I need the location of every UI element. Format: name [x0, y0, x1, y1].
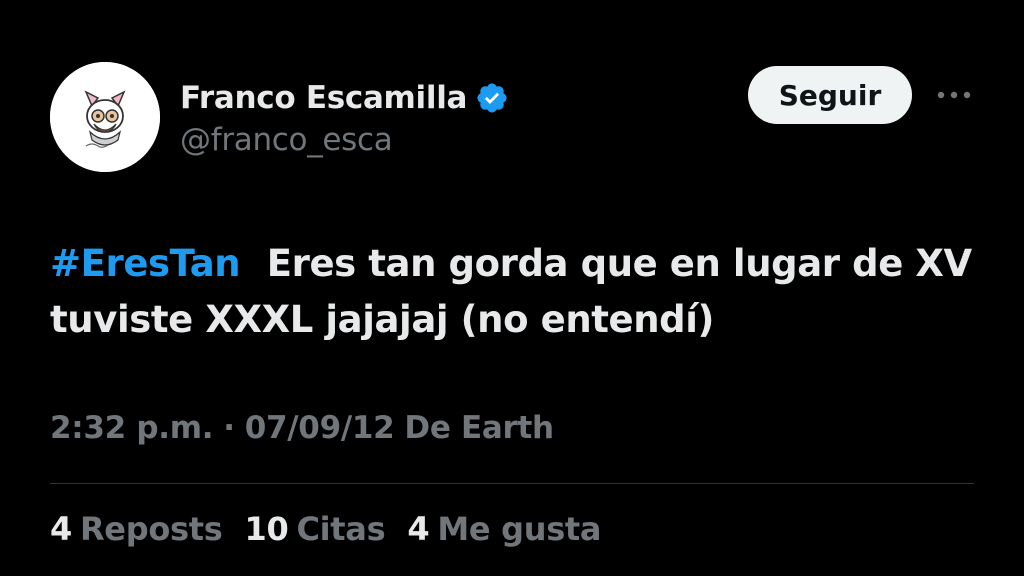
tweet-time[interactable]: 2:32 p.m. — [50, 410, 214, 446]
likes-label: Me gusta — [437, 510, 602, 548]
follow-button[interactable]: Seguir — [748, 66, 912, 124]
quotes-label: Citas — [296, 510, 386, 548]
author-handle[interactable]: @franco_esca — [180, 122, 393, 158]
tweet-body: #EresTan Eres tan gorda que en lugar de … — [50, 236, 990, 348]
quotes-count: 10 — [244, 510, 289, 548]
likes-count: 4 — [407, 510, 430, 548]
more-options-button[interactable] — [934, 80, 974, 110]
avatar[interactable] — [50, 62, 160, 172]
author-name-row[interactable]: Franco Escamilla — [180, 76, 509, 120]
hashtag-link[interactable]: #EresTan — [50, 242, 241, 285]
likes-stat[interactable]: 4 Me gusta — [407, 510, 601, 548]
verified-badge-icon — [475, 81, 509, 115]
tweet-meta: 2:32 p.m. · 07/09/12 De Earth — [50, 410, 554, 446]
more-horizontal-icon — [937, 91, 971, 99]
meta-separator: · — [223, 410, 235, 446]
tweet-source: De Earth — [404, 410, 554, 446]
reposts-label: Reposts — [79, 510, 223, 548]
reposts-count: 4 — [50, 510, 72, 548]
quotes-stat[interactable]: 10 Citas — [245, 510, 386, 548]
engagement-stats: 4 Reposts 10 Citas 4 Me gusta — [50, 510, 602, 548]
divider — [50, 483, 974, 484]
tweet-date[interactable]: 07/09/12 — [245, 410, 395, 446]
author-display-name[interactable]: Franco Escamilla — [180, 80, 467, 116]
reposts-stat[interactable]: 4 Reposts — [50, 510, 223, 548]
cartoon-mascot-avatar-icon — [50, 62, 160, 172]
